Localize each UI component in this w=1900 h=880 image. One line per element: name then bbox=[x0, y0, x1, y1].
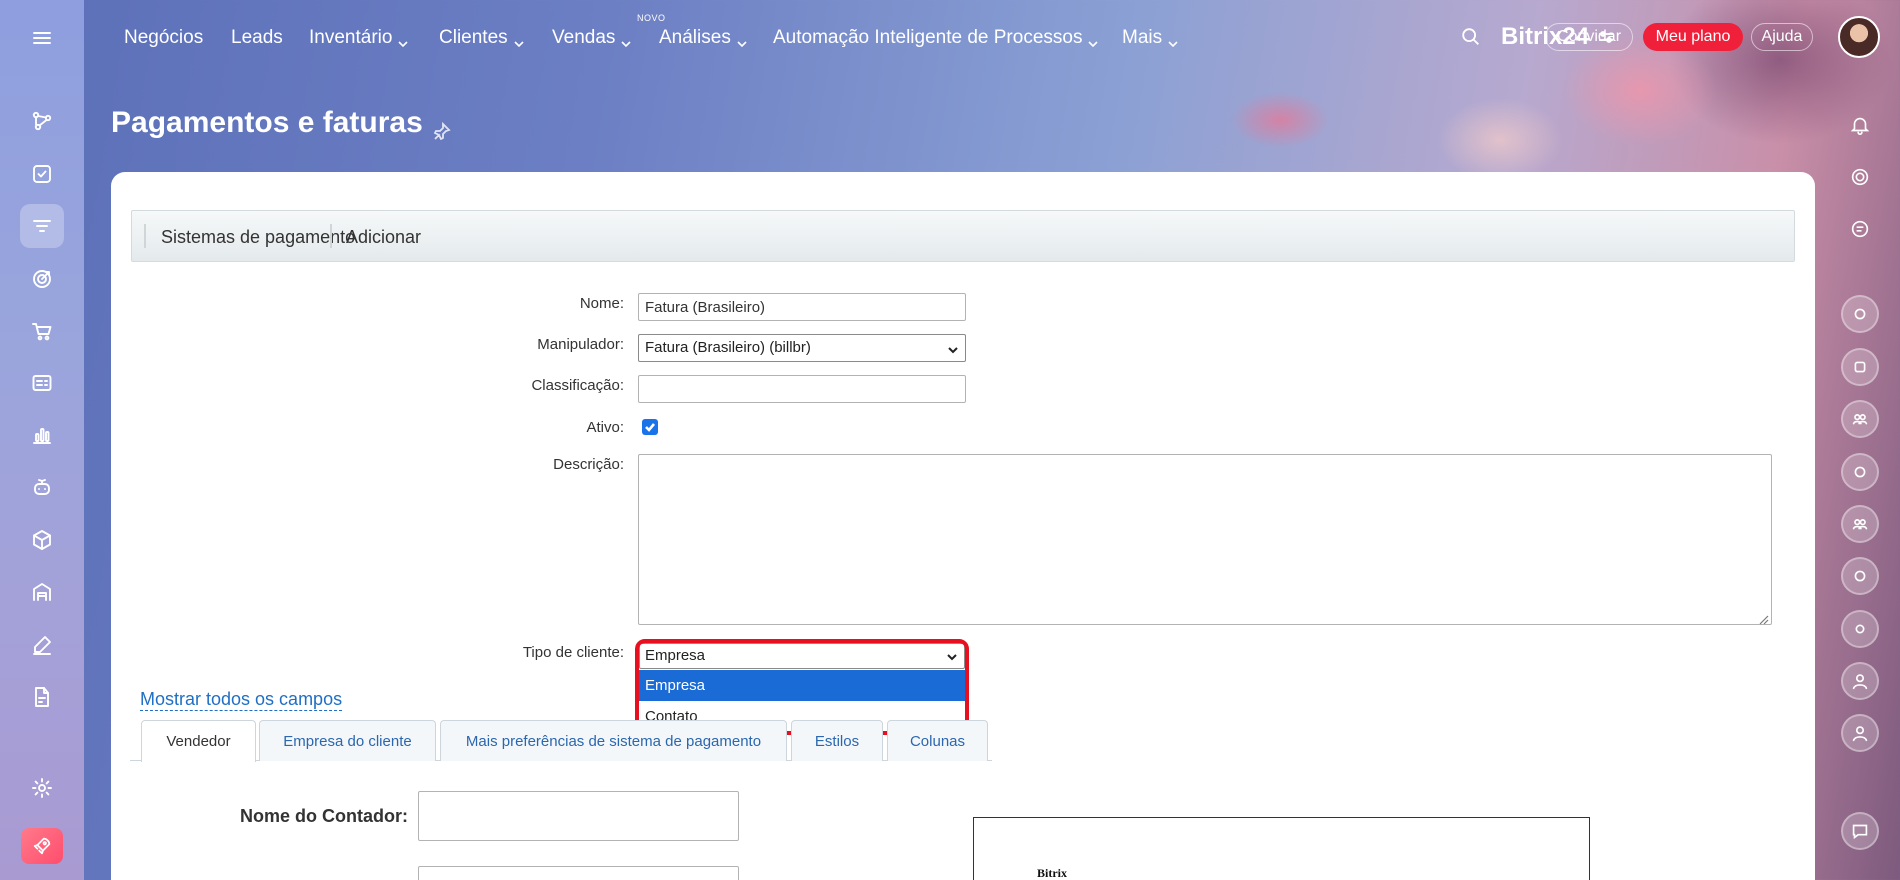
toolbar-separator bbox=[330, 224, 332, 248]
cart-icon[interactable] bbox=[20, 309, 64, 353]
pin-icon[interactable] bbox=[433, 114, 451, 141]
nav-label: Leads bbox=[231, 27, 283, 48]
crm-filter-icon[interactable] bbox=[20, 204, 64, 248]
chevron-down-icon bbox=[398, 33, 409, 48]
nav-analises[interactable]: Análises bbox=[659, 27, 747, 49]
chevron-down-icon bbox=[1088, 33, 1099, 48]
add-button[interactable]: Adicionar bbox=[346, 227, 421, 248]
bell-icon[interactable] bbox=[1841, 106, 1879, 144]
robot-icon[interactable] bbox=[20, 466, 64, 510]
resize-handle-icon[interactable] bbox=[1759, 612, 1769, 625]
show-all-fields-link[interactable]: Mostrar todos os campos bbox=[140, 688, 343, 711]
accountant-name-label: Nome do Contador: bbox=[240, 806, 408, 826]
tab-colunas[interactable]: Colunas bbox=[887, 720, 988, 761]
target-icon[interactable] bbox=[20, 257, 64, 301]
copilot-icon[interactable] bbox=[1841, 158, 1879, 196]
my-plan-button[interactable]: Meu plano bbox=[1643, 23, 1743, 51]
invoice-preview: Bitrix bbox=[973, 817, 1590, 880]
flow-icon[interactable] bbox=[20, 99, 64, 143]
warehouse-icon[interactable] bbox=[20, 570, 64, 614]
tab-estilos[interactable]: Estilos bbox=[791, 720, 883, 761]
task-check-icon[interactable] bbox=[20, 152, 64, 196]
description-label: Descrição: bbox=[553, 456, 624, 473]
toolbar-separator bbox=[144, 224, 146, 248]
user-avatar[interactable] bbox=[1838, 16, 1880, 58]
nav-leads[interactable]: Leads bbox=[231, 27, 283, 49]
client-type-label: Tipo de cliente: bbox=[522, 644, 624, 661]
channel-icon[interactable] bbox=[1841, 453, 1879, 491]
contact-card-icon[interactable] bbox=[20, 361, 64, 405]
top-navigation: Negócios Leads Inventário Clientes NOVO … bbox=[84, 0, 1820, 76]
nav-label: Análises bbox=[659, 27, 731, 48]
page-title: Pagamentos e faturas bbox=[111, 106, 451, 141]
nav-negocios[interactable]: Negócios bbox=[124, 27, 203, 49]
next-field-input[interactable] bbox=[418, 866, 739, 880]
name-label: Nome: bbox=[579, 295, 624, 312]
empty-chat-icon[interactable] bbox=[1841, 610, 1879, 648]
nav-label: Mais bbox=[1122, 27, 1163, 48]
box-icon[interactable] bbox=[20, 518, 64, 562]
contact-avatar-icon[interactable] bbox=[1841, 662, 1879, 700]
nav-label: Negócios bbox=[124, 27, 204, 48]
handler-select[interactable]: Fatura (Brasileiro) (billbr) bbox=[638, 334, 966, 362]
right-sidebar bbox=[1820, 76, 1900, 880]
search-icon[interactable] bbox=[1460, 26, 1484, 50]
toolbar: Sistemas de pagamento Adicionar bbox=[131, 210, 1795, 262]
chat-sync-icon[interactable] bbox=[1841, 210, 1879, 248]
nav-label: Vendas bbox=[552, 27, 616, 48]
document-edit-icon[interactable] bbox=[20, 675, 64, 719]
menu-hamburger-icon[interactable] bbox=[20, 16, 64, 60]
active-checkbox[interactable] bbox=[642, 419, 658, 435]
rocket-icon[interactable] bbox=[21, 828, 63, 864]
sort-label: Classificação: bbox=[531, 377, 624, 394]
openline-chat-icon[interactable] bbox=[1841, 557, 1879, 595]
nav-label: Automação Inteligente de Processos bbox=[773, 27, 1083, 48]
nav-vendas[interactable]: Vendas bbox=[552, 27, 631, 49]
handler-label: Manipulador: bbox=[537, 336, 624, 353]
nav-clientes[interactable]: Clientes bbox=[439, 27, 524, 49]
chevron-down-icon bbox=[1168, 33, 1178, 48]
sort-input[interactable] bbox=[638, 375, 966, 403]
new-badge: NOVO bbox=[637, 13, 666, 23]
tab-mais-preferencias[interactable]: Mais preferências de sistema de pagament… bbox=[440, 720, 787, 761]
sign-pen-icon[interactable] bbox=[20, 623, 64, 667]
settings-gear-icon[interactable] bbox=[20, 766, 64, 810]
chat-bubble-icon[interactable] bbox=[1841, 812, 1879, 850]
nav-label: Clientes bbox=[439, 27, 508, 48]
tasks-chat-icon[interactable] bbox=[1841, 348, 1879, 386]
accountant-name-input[interactable] bbox=[418, 791, 739, 841]
group-chat-icon[interactable] bbox=[1841, 400, 1879, 438]
nav-inventario[interactable]: Inventário bbox=[309, 27, 409, 49]
name-input[interactable] bbox=[638, 293, 966, 321]
openlines-icon[interactable] bbox=[1841, 295, 1879, 333]
invite-button[interactable]: Convidar bbox=[1545, 23, 1633, 51]
chevron-down-icon bbox=[621, 33, 631, 48]
description-textarea[interactable] bbox=[638, 454, 1772, 625]
nav-automacao[interactable]: Automação Inteligente de Processos bbox=[773, 27, 1099, 49]
tab-empresa-do-cliente[interactable]: Empresa do cliente bbox=[259, 720, 436, 761]
help-button[interactable]: Ajuda bbox=[1751, 23, 1813, 51]
left-sidebar bbox=[0, 0, 84, 880]
analytics-bars-icon[interactable] bbox=[20, 413, 64, 457]
nav-mais[interactable]: Mais bbox=[1122, 27, 1178, 49]
handler-select-value: Fatura (Brasileiro) (billbr) bbox=[645, 339, 811, 356]
chevron-down-icon bbox=[514, 33, 524, 48]
preview-company-name: Bitrix bbox=[1037, 866, 1067, 880]
chevron-down-icon bbox=[947, 343, 959, 355]
team-chat-icon[interactable] bbox=[1841, 505, 1879, 543]
nav-label: Inventário bbox=[309, 27, 393, 48]
page-title-text: Pagamentos e faturas bbox=[111, 106, 423, 139]
tab-vendedor[interactable]: Vendedor bbox=[141, 720, 256, 762]
contact-avatar-icon[interactable] bbox=[1841, 714, 1879, 752]
chevron-down-icon bbox=[737, 33, 747, 48]
active-label: Ativo: bbox=[586, 419, 624, 436]
payment-systems-button[interactable]: Sistemas de pagamento bbox=[161, 227, 355, 248]
